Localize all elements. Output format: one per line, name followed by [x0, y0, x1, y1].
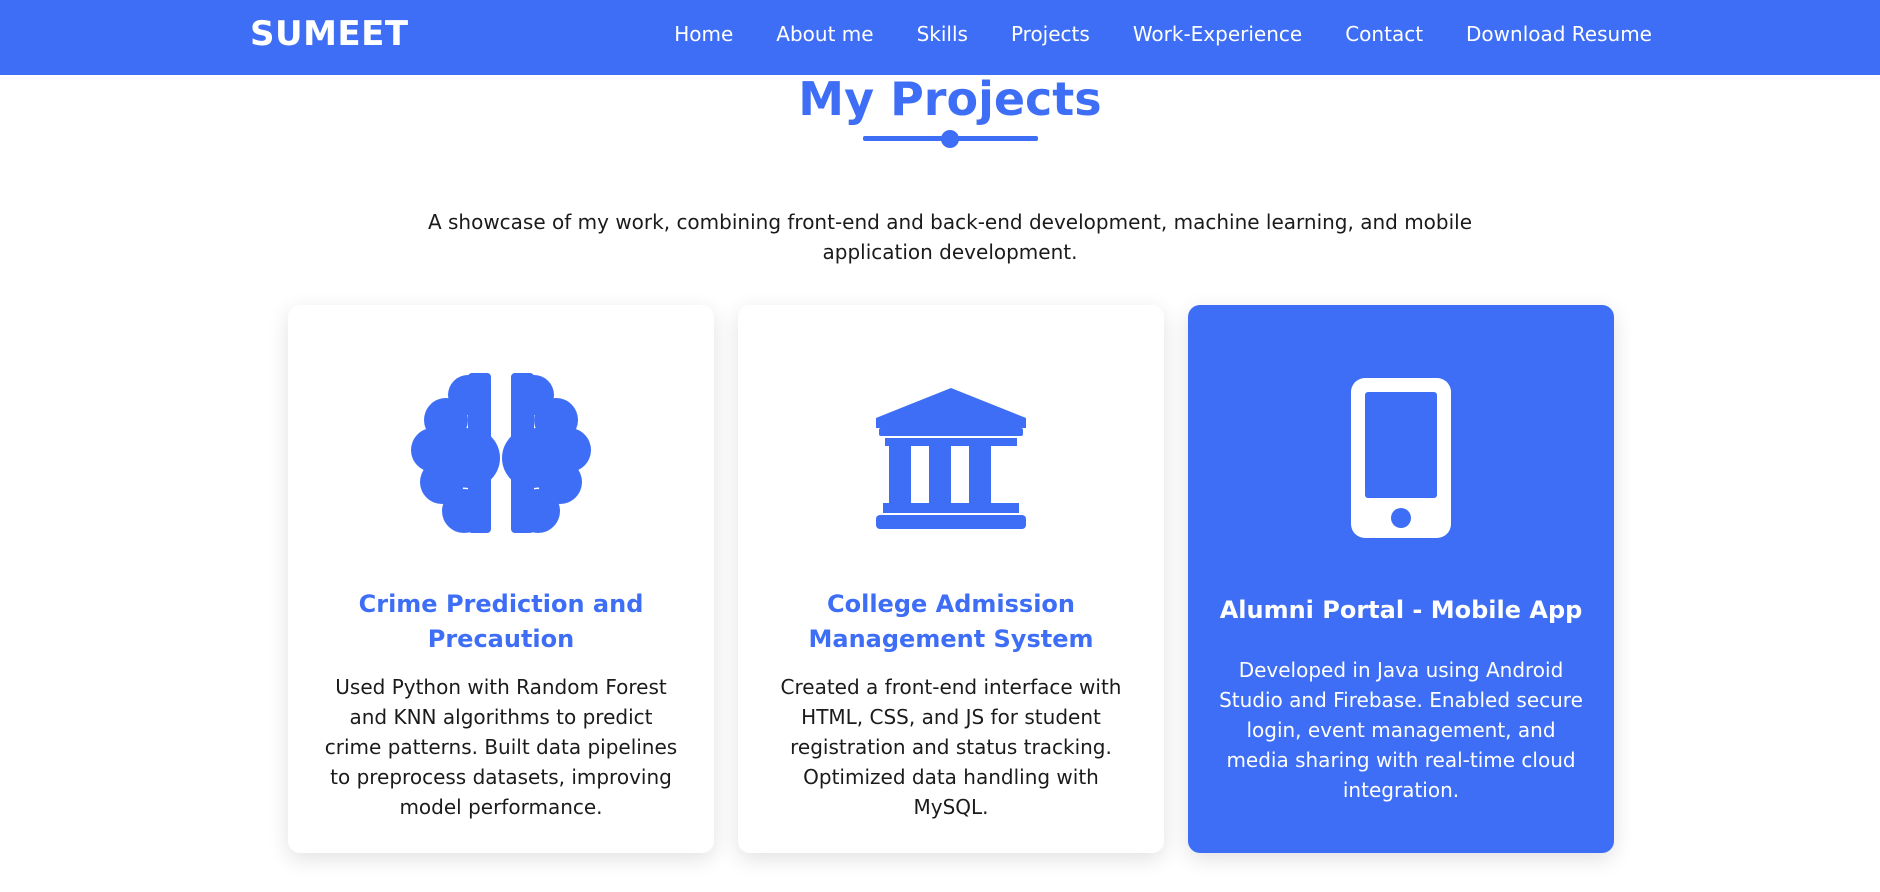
nav-link-projects[interactable]: Projects [1011, 22, 1090, 46]
nav-link-download-resume[interactable]: Download Resume [1466, 22, 1652, 46]
project-card-crime-prediction[interactable]: Crime Prediction and Precaution Used Pyt… [288, 305, 714, 853]
nav-link-work-experience[interactable]: Work-Experience [1133, 22, 1302, 46]
nav-link-about[interactable]: About me [776, 22, 873, 46]
project-description: Used Python with Random Forest and KNN a… [324, 675, 678, 819]
project-title: Alumni Portal - Mobile App [1219, 596, 1583, 624]
project-description: Created a front-end interface with HTML,… [780, 675, 1122, 819]
university-building-icon [738, 370, 1164, 545]
title-underline-dot [941, 130, 959, 148]
section-title: My Projects [798, 72, 1102, 126]
project-card-alumni-portal[interactable]: Alumni Portal - Mobile App Developed in … [1188, 305, 1614, 853]
nav-link-contact[interactable]: Contact [1345, 22, 1423, 46]
project-title: College Admission Management System [808, 590, 1094, 653]
project-title: Crime Prediction and Precaution [358, 590, 644, 653]
project-card-college-admission[interactable]: College Admission Management System Crea… [738, 305, 1164, 853]
project-description: Developed in Java using Android Studio a… [1219, 658, 1583, 802]
nav-link-skills[interactable]: Skills [917, 22, 968, 46]
mobile-phone-icon [1188, 370, 1614, 545]
nav-menu: Home About me Skills Projects Work-Exper… [674, 22, 1652, 46]
section-subtitle: A showcase of my work, combining front-e… [427, 210, 1473, 264]
brain-icon [288, 370, 714, 545]
top-navbar: SUMEET Home About me Skills Projects Wor… [0, 0, 1880, 75]
brand-logo[interactable]: SUMEET [250, 14, 409, 54]
nav-link-home[interactable]: Home [674, 22, 733, 46]
